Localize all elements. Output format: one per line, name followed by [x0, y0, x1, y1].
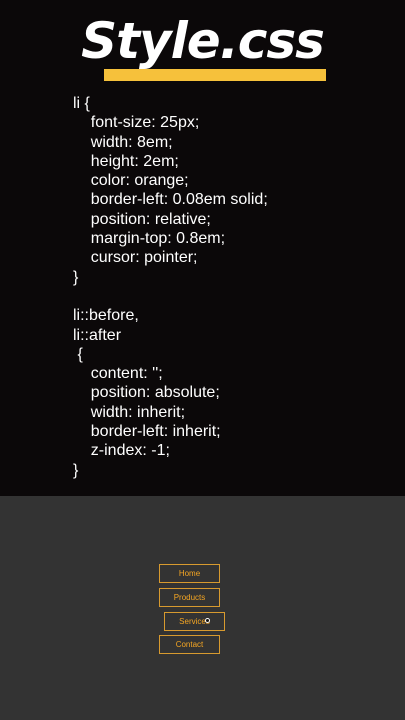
code-line: li::after: [73, 326, 122, 344]
code-line: li::before,: [73, 307, 139, 325]
code-line: }: [73, 268, 79, 286]
code-line: li {: [73, 95, 90, 112]
nav-menu: Home Products Services Contact: [159, 564, 229, 659]
code-line: z-index: -1;: [73, 442, 170, 460]
code-line: width: inherit;: [73, 403, 186, 421]
code-line: }: [73, 461, 79, 479]
code-line: {: [73, 345, 83, 363]
code-line: border-left: inherit;: [73, 423, 221, 441]
code-line: height: 2em;: [73, 152, 179, 170]
code-line: content: '';: [73, 365, 163, 383]
menu-item-services[interactable]: Services: [164, 611, 225, 631]
code-line: margin-top: 0.8em;: [73, 230, 226, 248]
code-line: cursor: pointer;: [73, 249, 198, 267]
code-line: width: 8em;: [73, 133, 173, 151]
css-code-block: li { font-size: 25px; width: 8em; height…: [73, 94, 393, 480]
title-banner: Style.css: [0, 10, 405, 81]
page-title: Style.css: [81, 12, 325, 70]
code-line: position: absolute;: [73, 384, 220, 402]
code-line: border-left: 0.08em solid;: [73, 191, 268, 209]
screen: Style.css li { font-size: 25px; width: 8…: [0, 0, 405, 720]
mouse-cursor-icon: [205, 617, 210, 623]
code-line: position: relative;: [73, 210, 211, 228]
code-panel: Style.css li { font-size: 25px; width: 8…: [0, 0, 405, 496]
menu-item-contact[interactable]: Contact: [159, 635, 220, 655]
menu-item-products[interactable]: Products: [159, 587, 220, 607]
title-underline: [104, 69, 326, 81]
demo-panel: Home Products Services Contact: [0, 496, 405, 720]
code-line: font-size: 25px;: [73, 114, 200, 132]
menu-item-home[interactable]: Home: [159, 564, 220, 583]
code-line: color: orange;: [73, 172, 189, 190]
